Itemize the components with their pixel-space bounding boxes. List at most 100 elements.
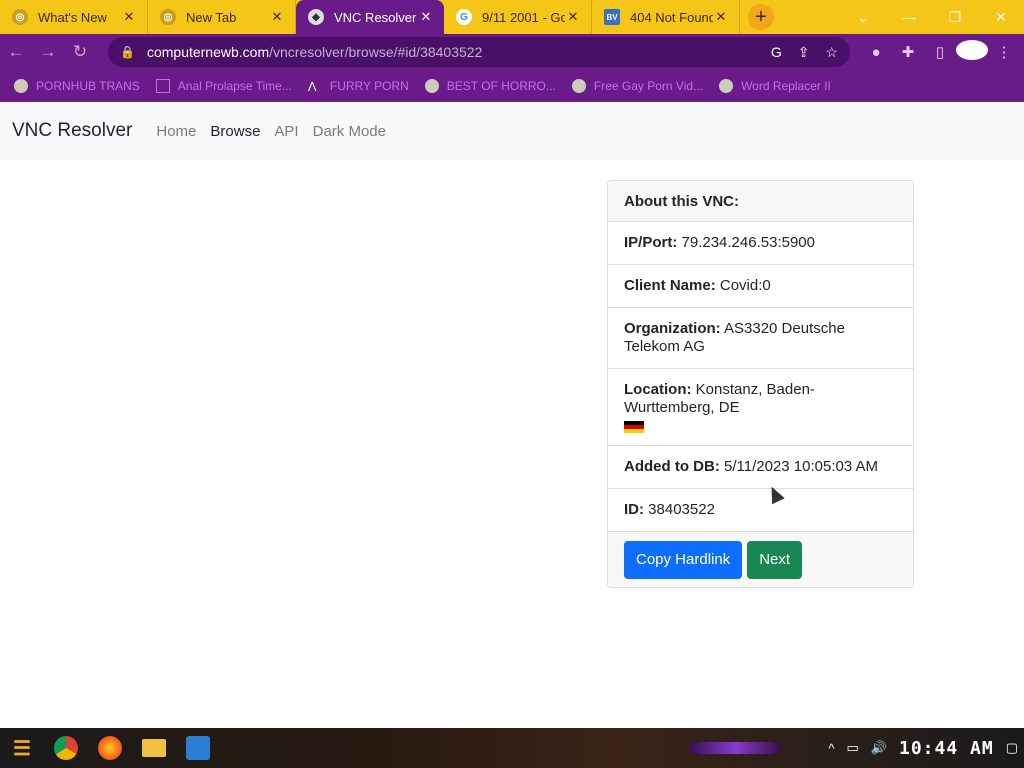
- bookmark-star-icon[interactable]: ☆: [825, 44, 838, 61]
- row-value: 79.234.246.53:5900: [681, 234, 815, 251]
- minimize-icon[interactable]: —: [886, 9, 932, 25]
- profile-icon[interactable]: [956, 40, 988, 64]
- taskbar-vnc-app[interactable]: [176, 728, 220, 768]
- close-tab-icon[interactable]: ✕: [418, 9, 434, 25]
- close-tab-icon[interactable]: ✕: [565, 9, 581, 25]
- tab-strip: ◎ What's New ✕ ◎ New Tab ✕ ◆ VNC Resolve…: [0, 0, 1024, 34]
- address-bar[interactable]: 🔒 computernewb.com/vncresolver/browse/#i…: [108, 37, 850, 67]
- next-button[interactable]: Next: [747, 540, 803, 579]
- globe-icon: [719, 79, 734, 93]
- notifications-icon[interactable]: ▢: [1006, 740, 1018, 756]
- taskbar-file-explorer[interactable]: [132, 728, 176, 768]
- folder-icon: [142, 739, 166, 757]
- forward-icon[interactable]: →: [32, 42, 64, 62]
- start-button[interactable]: ☰: [0, 728, 44, 768]
- row-value: Covid:0: [719, 277, 771, 294]
- firefox-icon: [98, 736, 122, 760]
- nav-home[interactable]: Home: [156, 123, 196, 140]
- system-tray: ^ ▭ 🔊 10:44 AM ▢: [822, 728, 1024, 768]
- row-value: 38403522: [648, 501, 715, 518]
- ufo-icon: [571, 79, 586, 93]
- info-row-id: ID: 38403522: [608, 489, 913, 532]
- site-brand[interactable]: VNC Resolver: [12, 120, 132, 142]
- card-footer: Copy Hardlink Next: [608, 532, 913, 587]
- tab-title: New Tab: [186, 9, 237, 25]
- reload-icon[interactable]: ↻: [64, 42, 96, 62]
- sigma-icon: [155, 79, 170, 93]
- bookmark-item[interactable]: Free Gay Porn Vid...: [571, 79, 703, 93]
- tab-title: What's New: [38, 9, 107, 25]
- clock[interactable]: 10:44 AM: [899, 738, 994, 759]
- taskbar-chrome[interactable]: [44, 728, 88, 768]
- window-controls: ⌄ — ❐ ✕: [840, 0, 1024, 34]
- row-label: ID:: [624, 501, 644, 518]
- chrome-icon: ◎: [12, 9, 28, 25]
- info-row-added-to-db: Added to DB: 5/11/2023 10:05:03 AM: [608, 446, 913, 489]
- side-panel-icon[interactable]: ▯: [924, 43, 956, 61]
- chevron-up-icon[interactable]: ^: [828, 741, 834, 756]
- bookmark-label: Anal Prolapse Time...: [177, 79, 292, 93]
- browser-toolbar: ← → ↻ 🔒 computernewb.com/vncresolver/bro…: [0, 34, 1024, 70]
- menu-kebab-icon[interactable]: ⋮: [988, 43, 1020, 61]
- bitview-icon: BV: [604, 9, 620, 25]
- close-window-icon[interactable]: ✕: [978, 9, 1024, 26]
- tab-whats-new[interactable]: ◎ What's New ✕: [0, 0, 148, 34]
- share-icon[interactable]: ⇪: [798, 44, 810, 61]
- extensions-puzzle-icon[interactable]: ✚: [892, 43, 924, 61]
- tab-new-tab[interactable]: ◎ New Tab ✕: [148, 0, 296, 34]
- nav-api[interactable]: API: [274, 123, 298, 140]
- bookmarks-bar: PORNHUB TRANS Anal Prolapse Time... Λ FUR…: [0, 70, 1024, 102]
- avatar: [956, 40, 988, 60]
- row-label: Added to DB:: [624, 458, 720, 475]
- tab-vnc-resolver[interactable]: ◆ VNC Resolver - ✕: [296, 0, 444, 34]
- close-tab-icon[interactable]: ✕: [713, 9, 729, 25]
- tab-title: VNC Resolver -: [334, 9, 418, 25]
- nav-browse[interactable]: Browse: [210, 123, 260, 140]
- lambda-icon: Λ: [307, 79, 317, 94]
- info-row-location: Location: Konstanz, Baden-Wurttemberg, D…: [608, 369, 913, 446]
- bookmark-item[interactable]: Anal Prolapse Time...: [155, 79, 292, 93]
- tab-title: 404 Not Found: [630, 9, 713, 25]
- bookmark-item[interactable]: Word Replacer II: [719, 79, 831, 93]
- info-row-ip-port: IP/Port: 79.234.246.53:5900: [608, 222, 913, 265]
- url-path: /vncresolver/browse/#id/38403522: [269, 44, 483, 60]
- bookmark-item[interactable]: Λ FURRY PORN: [307, 79, 409, 94]
- volume-icon[interactable]: 🔊: [871, 740, 887, 756]
- bookmark-item[interactable]: BEST OF HORRO...: [424, 79, 556, 93]
- tab-911-google[interactable]: G 9/11 2001 - Go ✕: [444, 0, 592, 34]
- network-icon[interactable]: ▭: [847, 740, 859, 756]
- nav-dark-mode[interactable]: Dark Mode: [313, 123, 386, 140]
- row-label: Organization:: [624, 320, 721, 337]
- bookmark-label: BEST OF HORRO...: [446, 79, 556, 93]
- bookmark-item[interactable]: PORNHUB TRANS: [14, 79, 140, 93]
- globe-icon: [424, 79, 439, 93]
- close-tab-icon[interactable]: ✕: [269, 9, 285, 25]
- globe-icon: [14, 79, 28, 93]
- ufo-icon: ◆: [308, 9, 324, 25]
- url-text: computernewb.com/vncresolver/browse/#id/…: [147, 44, 755, 60]
- page-content: VNC Resolver Home Browse API Dark Mode A…: [0, 102, 1024, 728]
- taskbar-firefox[interactable]: [88, 728, 132, 768]
- site-navbar: VNC Resolver Home Browse API Dark Mode: [0, 102, 1024, 160]
- google-icon: G: [456, 9, 472, 25]
- lock-icon[interactable]: 🔒: [120, 45, 135, 59]
- tab-title: 9/11 2001 - Go: [482, 9, 565, 25]
- toolbar-actions: ● ✚ ▯ ⋮: [860, 40, 1020, 64]
- start-logo-icon: ☰: [13, 737, 31, 760]
- tab-404[interactable]: BV 404 Not Found ✕: [592, 0, 740, 34]
- tab-search-icon[interactable]: ⌄: [840, 9, 886, 26]
- row-value: 5/11/2023 10:05:03 AM: [724, 458, 879, 475]
- extension-avatar-icon[interactable]: ●: [860, 44, 892, 61]
- row-label: IP/Port:: [624, 234, 678, 251]
- back-icon[interactable]: ←: [0, 42, 32, 62]
- taskbar: ☰ ^ ▭ 🔊 10:44 AM ▢: [0, 728, 1024, 768]
- google-lens-icon[interactable]: G: [771, 44, 782, 60]
- copy-hardlink-button[interactable]: Copy Hardlink: [624, 540, 743, 579]
- info-row-client-name: Client Name: Covid:0: [608, 265, 913, 308]
- vnc-app-icon: [186, 736, 210, 760]
- new-tab-button[interactable]: +: [748, 4, 774, 30]
- restore-icon[interactable]: ❐: [932, 9, 978, 26]
- close-tab-icon[interactable]: ✕: [121, 9, 137, 25]
- chrome-icon: [54, 736, 78, 760]
- chrome-icon: ◎: [160, 9, 176, 25]
